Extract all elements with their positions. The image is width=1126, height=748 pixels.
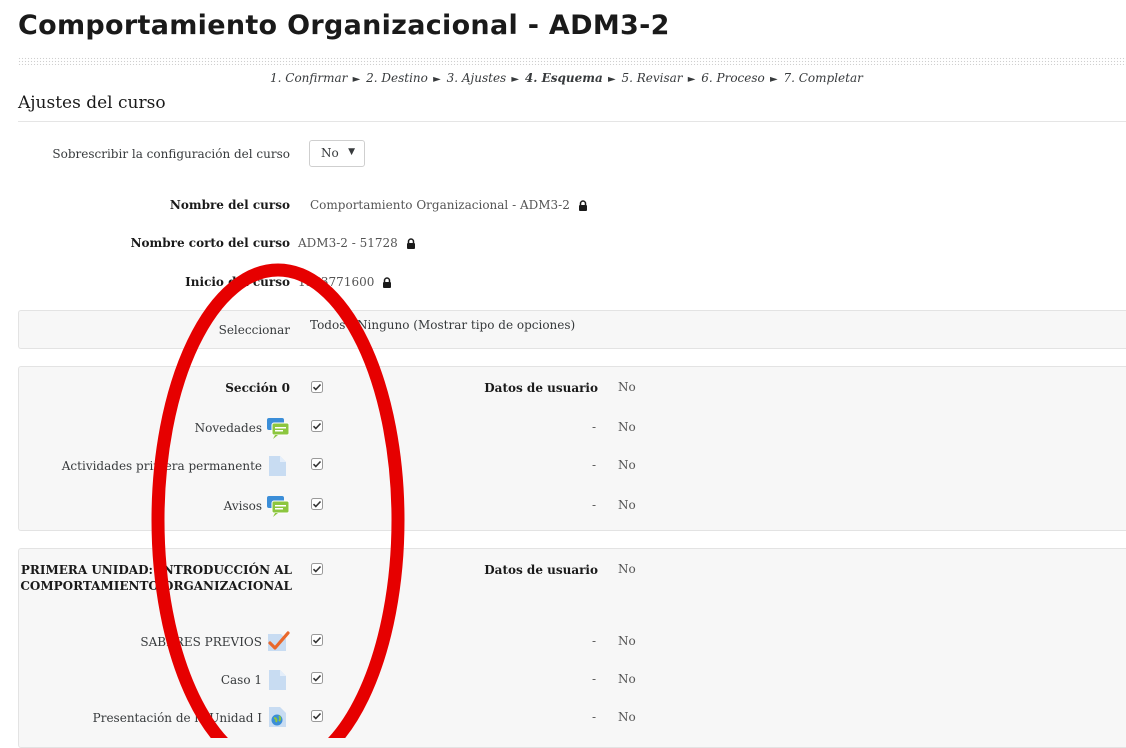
start-date-text: 1563771600 [298,275,375,289]
page-title: Comportamiento Organizacional - ADM3-2 [18,10,670,41]
step-arrow-icon: ► [429,74,441,85]
section-1-userdata-label: Datos de usuario [484,563,598,577]
page-icon [269,670,286,690]
step-proceso: 6. Proceso [701,71,765,85]
url-icon [269,707,286,727]
section-0-title: Sección 0 [225,381,290,395]
start-date-label: Inicio del curso [185,275,290,289]
section-0-userdata-label: Datos de usuario [484,381,598,395]
forum-icon [267,496,290,517]
activity-dash: - [592,634,597,648]
step-arrow-icon: ► [604,74,616,85]
lock-icon [406,238,415,249]
activity-userdata-caso-1: No [618,672,636,686]
progress-steps: 1. Confirmar ► 2. Destino ► 3. Ajustes ►… [270,71,863,85]
course-name-value: Comportamiento Organizacional - ADM3-2 [310,197,588,213]
step-arrow-icon: ► [766,74,778,85]
step-esquema-current: 4. Esquema [524,71,603,85]
step-arrow-icon: ► [508,74,520,85]
chevron-down-icon: ▼ [348,147,355,157]
overwrite-select[interactable]: No ▼ [309,140,365,167]
step-destino: 2. Destino [366,71,428,85]
activity-dash: - [592,458,597,472]
section-1-title: PRIMERA UNIDAD: INTRODUCCIÓN AL COMPORTA… [20,563,292,593]
forum-icon [267,418,290,439]
short-name-label: Nombre corto del curso [130,236,290,250]
step-arrow-icon: ► [684,74,696,85]
activity-userdata-presentacion: No [618,710,636,724]
activity-checkbox-caso-1[interactable] [311,672,323,684]
section-1-checkbox[interactable] [311,563,323,575]
activity-userdata-avisos: No [618,498,636,512]
title-divider [18,57,1126,65]
step-completar: 7. Completar [783,71,863,85]
section-1-userdata-value: No [618,562,636,576]
activity-userdata-actividades: No [618,458,636,472]
course-name-label: Nombre del curso [169,198,290,212]
activity-label-avisos: Avisos [223,499,262,513]
short-name-text: ADM3-2 - 51728 [298,236,398,250]
activity-label-actividades: Actividades primera permanente [61,459,262,473]
activity-userdata-saberes-previos: No [618,634,636,648]
activity-checkbox-avisos[interactable] [311,498,323,510]
activity-label-presentacion: Presentación de la Unidad I [92,711,262,725]
section-heading: Ajustes del curso [18,93,166,113]
select-label: Seleccionar [218,323,290,337]
course-name-text: Comportamiento Organizacional - ADM3-2 [310,198,570,212]
activity-label-saberes-previos: SABERES PREVIOS [140,635,262,649]
page-icon [269,456,286,476]
select-all-none-link[interactable]: Todos / Ninguno (Mostrar tipo de opcione… [310,317,575,333]
activity-dash: - [592,420,597,434]
short-name-value: ADM3-2 - 51728 [298,235,416,251]
overwrite-select-value: No [321,146,339,160]
activity-checkbox-saberes-previos[interactable] [311,634,323,646]
section-0-userdata-value: No [618,380,636,394]
quiz-icon [268,631,290,651]
lock-icon [578,200,587,211]
step-ajustes: 3. Ajustes [446,71,507,85]
activity-dash: - [592,710,597,724]
section-0-checkbox[interactable] [311,381,323,393]
overwrite-label: Sobrescribir la configuración del curso [52,147,290,161]
activity-label-novedades: Novedades [194,421,262,435]
lock-icon [383,277,392,288]
activity-checkbox-novedades[interactable] [311,420,323,432]
activity-checkbox-actividades[interactable] [311,458,323,470]
heading-divider [18,121,1126,122]
step-arrow-icon: ► [349,74,361,85]
activity-dash: - [592,498,597,512]
activity-label-caso-1: Caso 1 [220,673,262,687]
activity-dash: - [592,672,597,686]
step-revisar: 5. Revisar [621,71,683,85]
step-confirmar: 1. Confirmar [270,71,348,85]
activity-userdata-novedades: No [618,420,636,434]
start-date-value: 1563771600 [298,274,392,290]
activity-checkbox-presentacion[interactable] [311,710,323,722]
